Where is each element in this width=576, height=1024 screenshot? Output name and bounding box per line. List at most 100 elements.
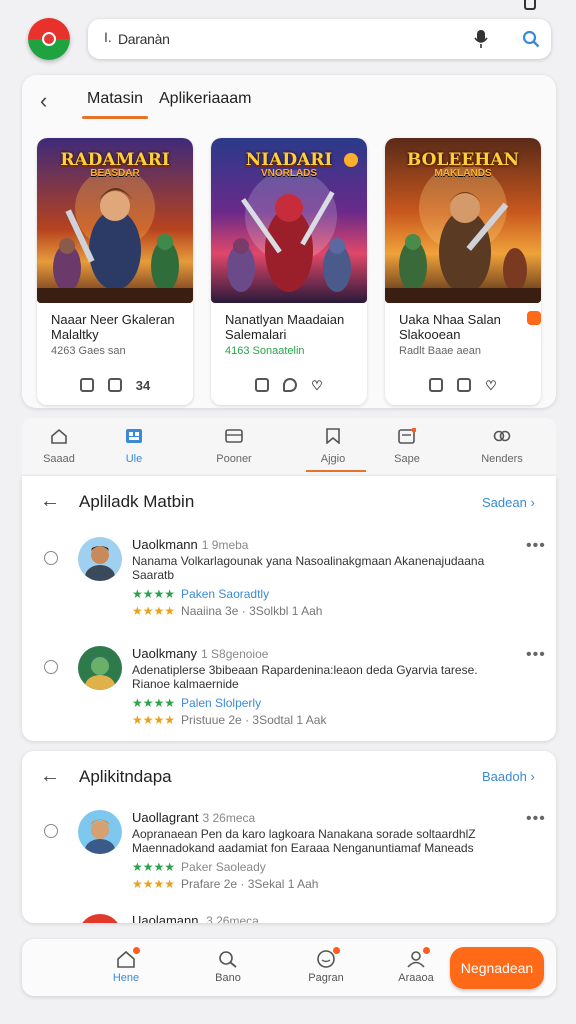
status-icon bbox=[524, 0, 536, 10]
rating-stars: ★★★★ bbox=[132, 860, 176, 874]
app-logo[interactable] bbox=[28, 18, 70, 60]
rating-stars: ★★★★ bbox=[132, 877, 176, 891]
rating-link[interactable]: Paken Saoradtly bbox=[181, 587, 269, 601]
chat-icon[interactable] bbox=[79, 378, 94, 392]
rating-link[interactable]: Paker Saoleady bbox=[181, 860, 266, 874]
section-see-all-link[interactable]: Baadoh › bbox=[482, 769, 535, 784]
nav-label: Hene bbox=[112, 972, 140, 984]
text-cursor-icon: I. bbox=[104, 29, 112, 45]
notification-dot bbox=[422, 946, 431, 955]
rating-stars: ★★★★ bbox=[132, 713, 176, 727]
section-title: Aplikitndapa bbox=[79, 767, 172, 786]
item-time: 1 9meba bbox=[201, 538, 249, 552]
category-nenders[interactable]: Nenders bbox=[466, 428, 538, 465]
select-radio[interactable] bbox=[44, 660, 58, 674]
avatar bbox=[78, 537, 122, 581]
category-sape[interactable]: Sape bbox=[371, 427, 443, 465]
game-name: Naaar Neer Gkaleran Malaltky bbox=[51, 312, 175, 342]
new-badge-icon bbox=[527, 311, 541, 325]
select-radio[interactable] bbox=[44, 824, 58, 838]
game-card[interactable]: BOLEEHAN MAKLANDS Uaka Nhaa Salan Slakoo… bbox=[385, 138, 541, 405]
game-art-subtitle: MAKLANDS bbox=[434, 168, 492, 179]
section-link-label: Baadoh bbox=[482, 769, 527, 784]
avatar bbox=[78, 646, 122, 690]
category-ule[interactable]: Ule bbox=[98, 428, 170, 465]
bookmark-icon[interactable] bbox=[107, 378, 122, 392]
rating-link[interactable]: Palen Slolperly bbox=[181, 696, 261, 710]
nav-label: Araaoa bbox=[398, 972, 434, 984]
item-description: Nanama Volkarlagounak yana Nasoalinakgma… bbox=[132, 554, 485, 582]
back-arrow-icon[interactable]: ← bbox=[40, 490, 60, 513]
chain-icon bbox=[493, 430, 511, 442]
game-art-subtitle: BEASDAR bbox=[90, 168, 140, 179]
game-art-subtitle: VNORLADS bbox=[260, 168, 318, 179]
rating-stars: ★★★★ bbox=[132, 604, 176, 618]
category-label: Nenders bbox=[481, 453, 523, 465]
bookmark-icon[interactable] bbox=[457, 378, 472, 392]
item-time: 1 S8genoioe bbox=[201, 647, 269, 661]
chat-icon[interactable] bbox=[255, 378, 270, 392]
select-radio[interactable] bbox=[44, 551, 58, 565]
search-input[interactable]: Daranàn bbox=[118, 31, 170, 47]
list-item[interactable]: Uaolkmann 1 9meba Nanama Volkarlagounak y… bbox=[22, 537, 556, 632]
category-saaad[interactable]: Saaad bbox=[23, 428, 95, 465]
card-icon bbox=[225, 429, 243, 443]
list-item[interactable]: Uaolkmany 1 S8genoioe Adenatiplerse 3bibe… bbox=[22, 646, 556, 741]
game-meta: 4163 Sonaatelin bbox=[225, 345, 305, 357]
chat-icon[interactable] bbox=[429, 378, 444, 392]
bookmark-icon bbox=[326, 428, 340, 445]
partial-item-header: Uaolamann 3 26meca bbox=[132, 914, 259, 923]
more-options-icon[interactable]: ••• bbox=[526, 537, 546, 555]
nav-label: Bano bbox=[215, 972, 241, 984]
category-ajgio[interactable]: Ajgio bbox=[297, 428, 369, 465]
game-artwork: RADAMARI BEASDAR bbox=[37, 138, 193, 303]
category-pooner[interactable]: Pooner bbox=[198, 428, 270, 465]
category-label: Sape bbox=[394, 453, 420, 465]
game-name: Uaka Nhaa Salan Slakooean bbox=[399, 312, 501, 342]
game-card[interactable]: NIADARI VNORLADS Nanatlyan Maadaian Sale… bbox=[211, 138, 367, 405]
tab-matasin[interactable]: Matasin bbox=[87, 90, 143, 108]
item-description: Aopranaean Pen da karo lagkoara Nanakana… bbox=[132, 827, 476, 855]
game-count: 34 bbox=[135, 378, 151, 393]
home-outline-icon bbox=[51, 428, 67, 444]
nav-home[interactable]: Hene bbox=[91, 946, 161, 984]
category-label: Saaad bbox=[43, 453, 75, 465]
more-options-icon[interactable]: ••• bbox=[526, 810, 546, 828]
more-options-icon[interactable]: ••• bbox=[526, 646, 546, 664]
heart-icon[interactable]: ♡ bbox=[485, 378, 497, 394]
game-card[interactable]: RADAMARI BEASDAR Naaar Neer Gkaleran Mal… bbox=[37, 138, 193, 405]
item-stats: Pristuue 2e · 3Sodtal 1 Aak bbox=[181, 713, 327, 727]
section-see-all-link[interactable]: Sadean › bbox=[482, 495, 535, 510]
nav-chat[interactable]: Pagran bbox=[291, 946, 361, 984]
comment-icon[interactable] bbox=[283, 378, 298, 392]
category-label: Ule bbox=[125, 453, 143, 465]
active-tab-indicator bbox=[82, 116, 148, 119]
primary-action-button[interactable]: Negnadean bbox=[450, 947, 544, 989]
game-meta: Radlt Baae aean bbox=[399, 345, 481, 357]
search-icon bbox=[219, 951, 237, 968]
avatar bbox=[78, 810, 122, 854]
calendar-badge-icon bbox=[398, 427, 417, 444]
category-label: Ajgio bbox=[320, 453, 346, 465]
search-bar[interactable]: I. Daranàn bbox=[88, 19, 551, 59]
notification-dot bbox=[132, 946, 141, 955]
nav-profile[interactable]: Araaoa bbox=[381, 946, 451, 984]
back-arrow-icon[interactable]: ‹ bbox=[40, 88, 47, 114]
item-name: Uaollagrant bbox=[132, 810, 199, 825]
item-name: Uaolkmany bbox=[132, 646, 198, 661]
avatar bbox=[78, 914, 122, 923]
microphone-icon[interactable] bbox=[474, 29, 488, 49]
game-art-title: RADAMARI bbox=[60, 150, 170, 170]
active-category-indicator bbox=[306, 470, 366, 472]
tab-aplikasi[interactable]: Aplikeriaaam bbox=[159, 90, 251, 108]
search-icon[interactable] bbox=[522, 30, 540, 48]
nav-search[interactable]: Bano bbox=[193, 950, 263, 984]
heart-icon[interactable]: ♡ bbox=[311, 378, 323, 394]
back-arrow-icon[interactable]: ← bbox=[40, 765, 60, 788]
section-link-label: Sadean bbox=[482, 495, 527, 510]
item-time: 3 26meca bbox=[206, 914, 259, 924]
list-item[interactable]: Uaollagrant 3 26meca Aopranaean Pen da ka… bbox=[22, 810, 556, 905]
nav-label: Pagran bbox=[308, 972, 344, 984]
game-art-title: BOLEEHAN bbox=[406, 150, 520, 170]
grid-app-icon bbox=[126, 429, 142, 443]
